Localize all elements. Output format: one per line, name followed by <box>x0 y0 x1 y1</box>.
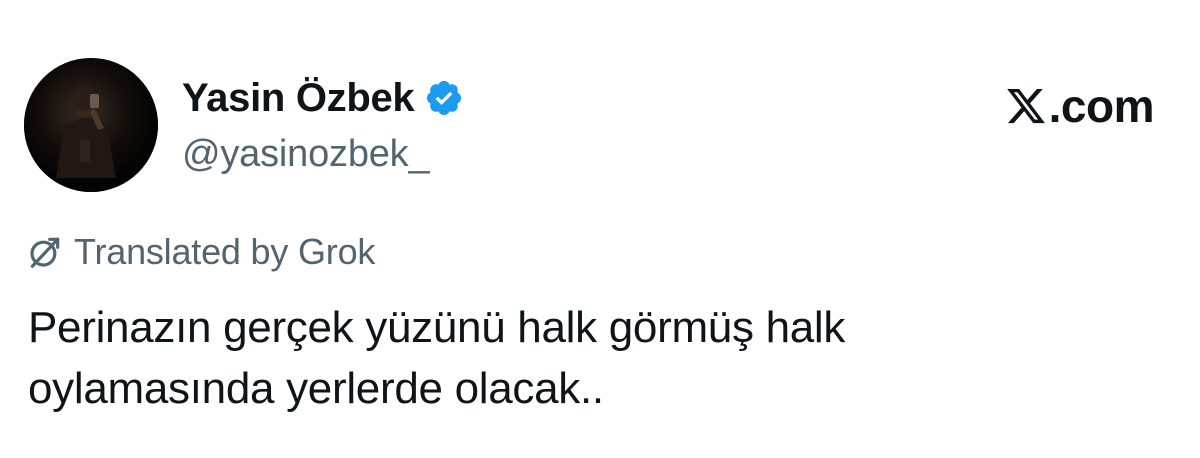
author-name-row: Yasin Özbek <box>182 72 464 124</box>
author-display-name[interactable]: Yasin Özbek <box>182 76 415 121</box>
avatar[interactable] <box>24 58 158 192</box>
brand-domain-suffix: .com <box>1048 80 1155 132</box>
translated-by-label: Translated by Grok <box>74 231 376 272</box>
translation-notice[interactable]: Translated by Grok <box>26 230 375 274</box>
x-logo-icon <box>1005 85 1047 127</box>
tweet-card: Yasin Özbek @yasinozbek_ .com Translated… <box>0 0 1200 458</box>
tweet-line: oylamasında yerlerde olacak.. <box>28 364 604 413</box>
verified-badge-icon <box>424 78 464 118</box>
tweet-line: Perinazın gerçek yüzünü halk görmüş halk <box>28 303 846 352</box>
tweet-body: Perinazın gerçek yüzünü halk görmüş halk… <box>28 297 1168 419</box>
author-handle[interactable]: @yasinozbek_ <box>182 133 430 176</box>
grok-icon <box>26 233 64 271</box>
profile-photo <box>24 58 158 192</box>
brand-logo: .com <box>1005 80 1155 132</box>
